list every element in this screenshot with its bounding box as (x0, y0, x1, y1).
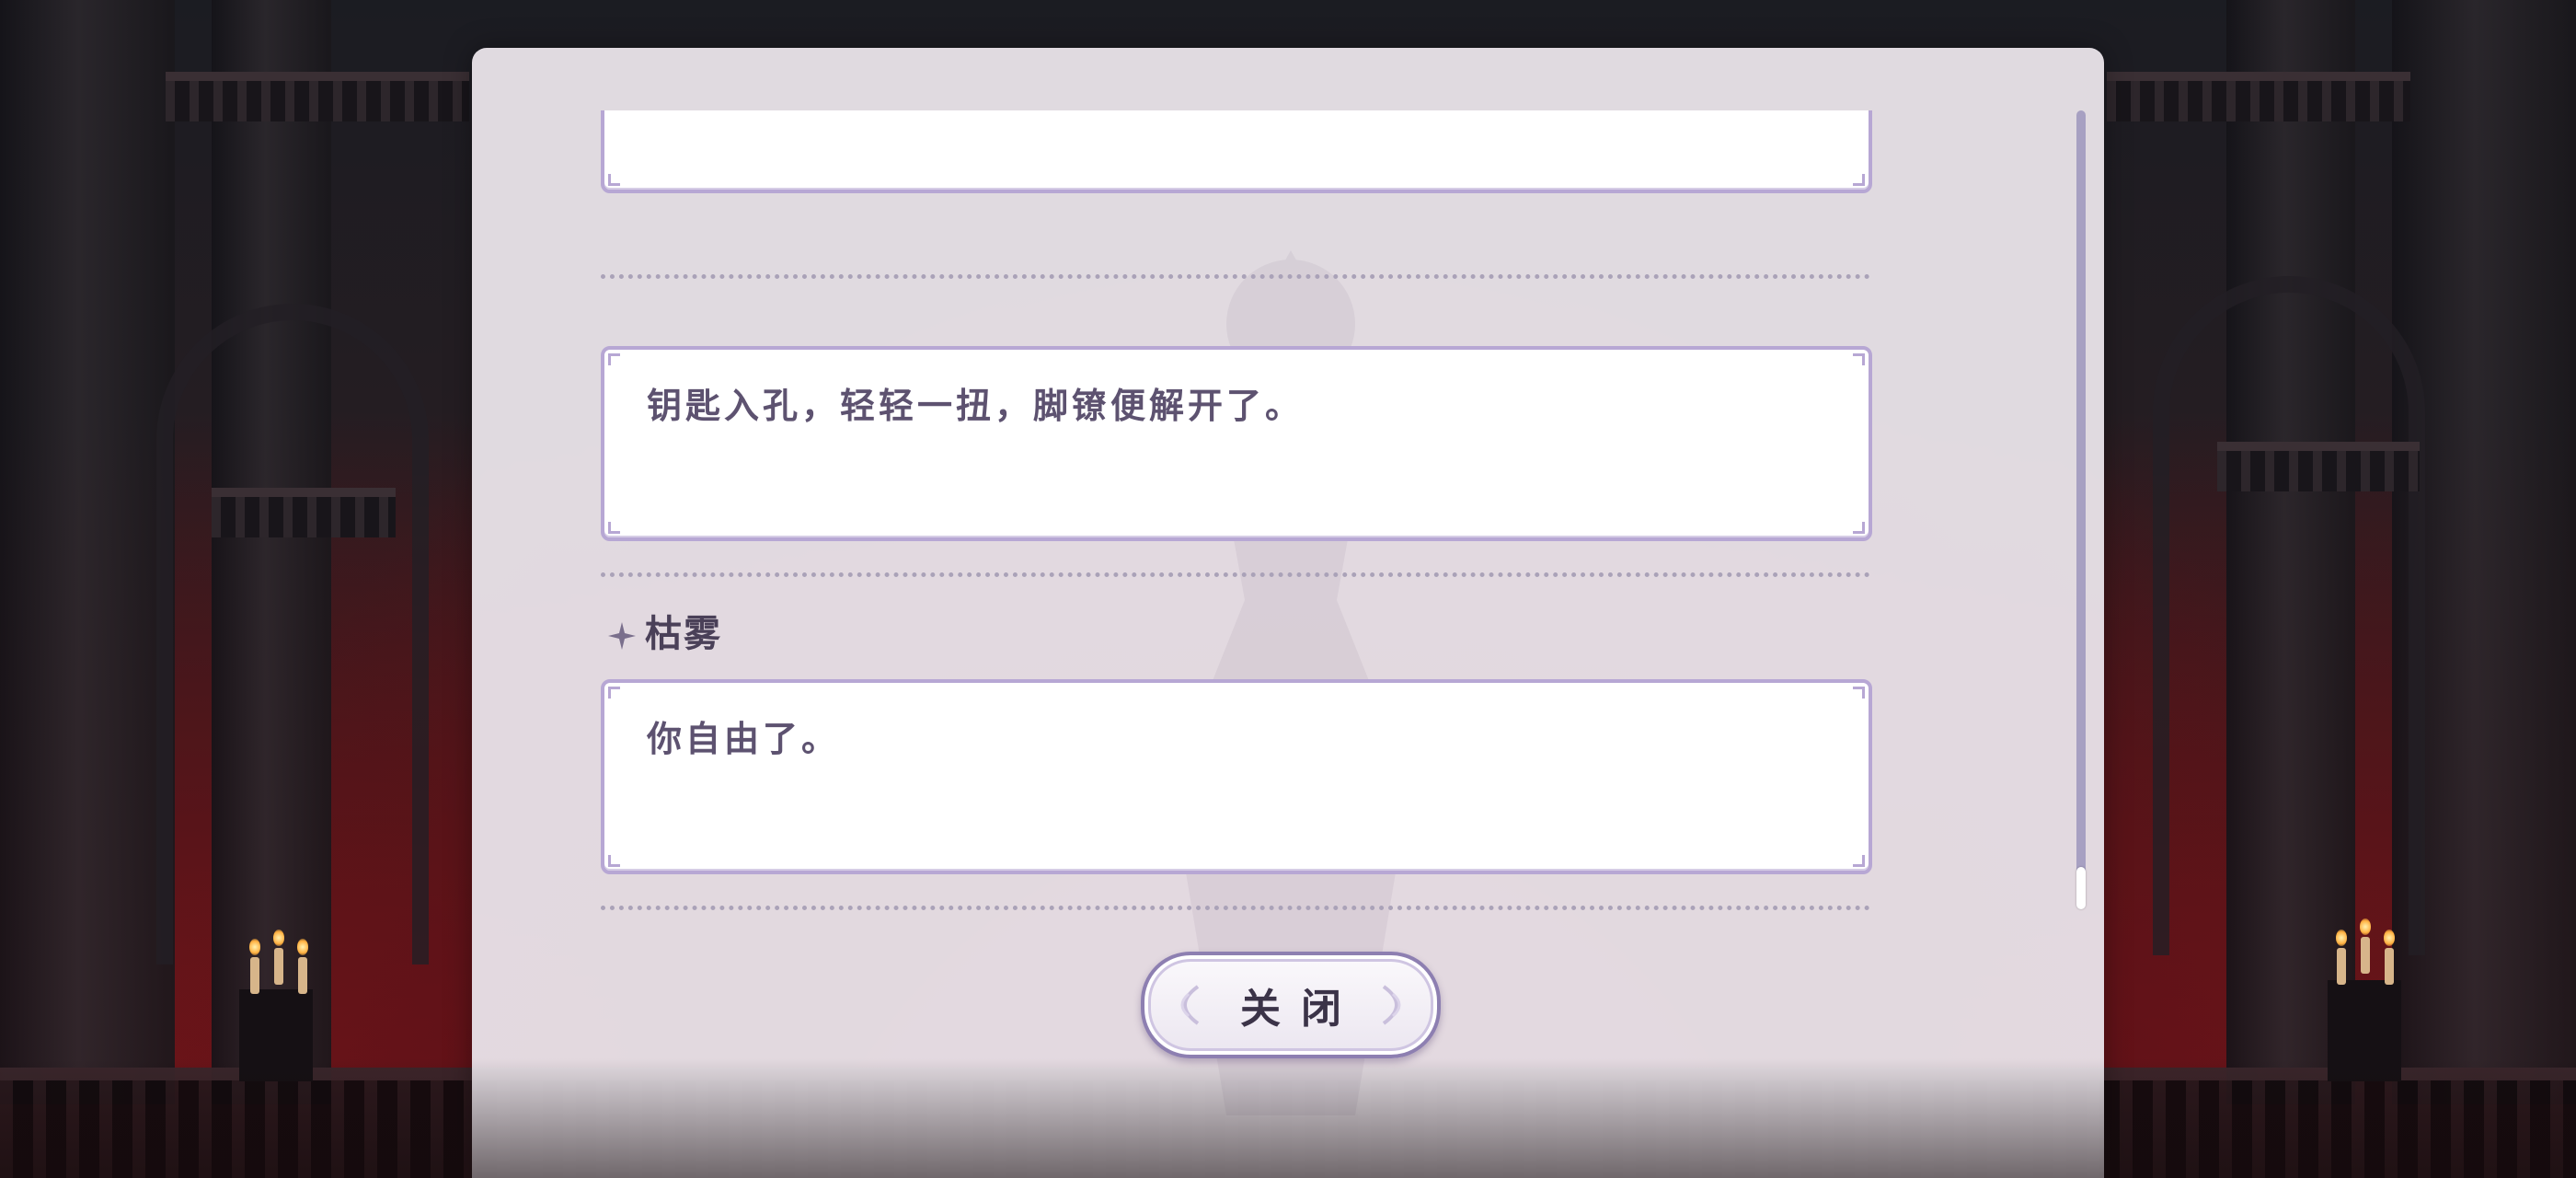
log-entry-text: 你自由了。 (647, 719, 841, 759)
candelabra-left (239, 989, 313, 1081)
entry-separator (601, 906, 1870, 910)
candle-flame (297, 939, 308, 955)
log-scroll-area[interactable]: 钥匙入孔，轻轻一扭，脚镣便解开了。 枯雾 你自由了。 (601, 110, 1889, 939)
game-background: 钥匙入孔，轻轻一扭，脚镣便解开了。 枯雾 你自由了。 关闭 (0, 0, 2576, 1178)
balcony-left (166, 72, 469, 121)
speaker-label: 枯雾 (606, 604, 722, 657)
ornament-icon (1382, 985, 1401, 1025)
candle-flame (249, 939, 260, 955)
candle (250, 957, 259, 994)
arch-left (156, 304, 429, 964)
candle (274, 948, 283, 985)
log-entry-text: 钥匙入孔，轻轻一扭，脚镣便解开了。 (647, 386, 1305, 426)
corner-ornament (1853, 855, 1865, 867)
log-entry-box: 你自由了。 (601, 679, 1872, 874)
corner-ornament (1853, 174, 1865, 186)
entry-separator (601, 274, 1870, 279)
candle-flame (2360, 918, 2371, 935)
speaker-name: 枯雾 (645, 613, 722, 655)
candle (298, 957, 307, 994)
four-point-star-icon (608, 622, 636, 650)
ornament-icon (1180, 985, 1200, 1025)
balcony-left-lower (212, 488, 396, 537)
candle-flame (273, 930, 284, 946)
candelabra-right (2328, 980, 2401, 1081)
close-button-label: 关闭 (1240, 986, 1362, 1033)
candle (2337, 948, 2346, 985)
scrollbar-track[interactable] (2076, 110, 2086, 889)
entry-separator (601, 572, 1870, 577)
dialogue-log-panel: 钥匙入孔，轻轻一扭，脚镣便解开了。 枯雾 你自由了。 关闭 (472, 48, 2104, 1178)
corner-ornament (1853, 522, 1865, 534)
log-entry-box: 钥匙入孔，轻轻一扭，脚镣便解开了。 (601, 346, 1872, 541)
log-entry-box (601, 110, 1872, 193)
balcony-right-lower (2217, 442, 2420, 491)
corner-ornament (608, 687, 620, 699)
corner-ornament (608, 353, 620, 365)
pillar-left-1 (0, 0, 175, 1104)
candle-flame (2336, 930, 2347, 946)
corner-ornament (1853, 353, 1865, 365)
candle (2361, 937, 2370, 974)
scrollbar-thumb[interactable] (2076, 867, 2086, 909)
balcony-right (2107, 72, 2410, 121)
candle (2385, 948, 2394, 985)
arch-right (2153, 276, 2425, 955)
corner-ornament (608, 855, 620, 867)
close-button[interactable]: 关闭 (1141, 952, 1441, 1058)
corner-ornament (1853, 687, 1865, 699)
candle-flame (2384, 930, 2395, 946)
corner-ornament (608, 174, 620, 186)
corner-ornament (608, 522, 620, 534)
